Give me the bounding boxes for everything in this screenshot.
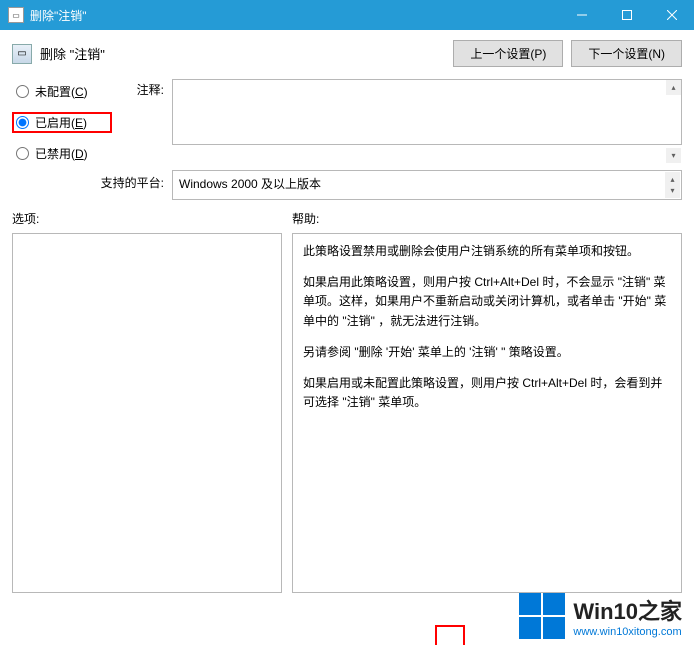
app-icon: ▭ [8,7,24,23]
scroll-down-icon: ▾ [665,183,680,198]
watermark-sub: www.win10xitong.com [573,626,681,638]
header-row: ▭ 删除 "注销" 上一个设置(P) 下一个设置(N) [12,40,682,67]
options-label: 选项: [12,210,282,227]
help-paragraph: 如果启用此策略设置，则用户按 Ctrl+Alt+Del 时，不会显示 "注销" … [303,273,671,331]
help-paragraph: 此策略设置禁用或删除会使用户注销系统的所有菜单项和按钮。 [303,242,671,261]
content-area: ▭ 删除 "注销" 上一个设置(P) 下一个设置(N) 未配置(C) 已启用(E… [0,30,694,603]
radio-disabled[interactable]: 已禁用(D) [12,143,112,164]
radio-not-configured[interactable]: 未配置(C) [12,81,112,102]
comment-field-wrapper: ▴ ▾ [172,79,682,164]
minimize-button[interactable] [559,0,604,30]
lower-section: 选项: 帮助: 此策略设置禁用或删除会使用户注销系统的所有菜单项和按钮。 如果启… [12,210,682,593]
highlight-marker [435,625,465,645]
radio-not-configured-label: 未配置(C) [35,83,88,100]
maximize-button[interactable] [604,0,649,30]
prev-setting-button[interactable]: 上一个设置(P) [453,40,563,67]
radio-enabled-label: 已启用(E) [35,114,87,131]
nav-buttons: 上一个设置(P) 下一个设置(N) [453,40,682,67]
platform-field: Windows 2000 及以上版本 ▴ ▾ [172,170,682,200]
radio-enabled[interactable]: 已启用(E) [12,112,112,133]
radio-disabled-label: 已禁用(D) [35,145,88,162]
policy-title: 删除 "注销" [40,44,453,63]
platform-row: 支持的平台: Windows 2000 及以上版本 ▴ ▾ [12,170,682,200]
platform-label: 支持的平台: [12,170,172,200]
scroll-up-icon: ▴ [665,172,680,187]
next-setting-button[interactable]: 下一个设置(N) [571,40,682,67]
help-column: 帮助: 此策略设置禁用或删除会使用户注销系统的所有菜单项和按钮。 如果启用此策略… [292,210,682,593]
watermark: Win10之家 www.win10xitong.com [519,593,682,639]
options-box [12,233,282,593]
help-label: 帮助: [292,210,682,227]
state-radios: 未配置(C) 已启用(E) 已禁用(D) [12,79,112,164]
config-row: 未配置(C) 已启用(E) 已禁用(D) 注释: ▴ ▾ [12,79,682,164]
watermark-text: Win10之家 www.win10xitong.com [573,594,682,638]
windows-logo-icon [519,593,565,639]
help-paragraph: 另请参阅 "删除 '开始' 菜单上的 '注销' " 策略设置。 [303,343,671,362]
help-paragraph: 如果启用或未配置此策略设置，则用户按 Ctrl+Alt+Del 时，会看到并可选… [303,374,671,412]
titlebar: ▭ 删除"注销" [0,0,694,30]
window-controls [559,0,694,30]
comment-label: 注释: [112,79,172,164]
comment-textarea[interactable] [172,79,682,145]
platform-value: Windows 2000 及以上版本 [179,177,321,191]
window-title: 删除"注销" [30,7,559,24]
options-column: 选项: [12,210,282,593]
radio-not-configured-input[interactable] [16,85,29,98]
radio-enabled-input[interactable] [16,116,29,129]
policy-icon: ▭ [12,44,32,64]
watermark-main: Win10之家 [573,594,682,626]
help-box: 此策略设置禁用或删除会使用户注销系统的所有菜单项和按钮。 如果启用此策略设置，则… [292,233,682,593]
scroll-down-icon: ▾ [666,148,681,163]
radio-disabled-input[interactable] [16,147,29,160]
close-button[interactable] [649,0,694,30]
